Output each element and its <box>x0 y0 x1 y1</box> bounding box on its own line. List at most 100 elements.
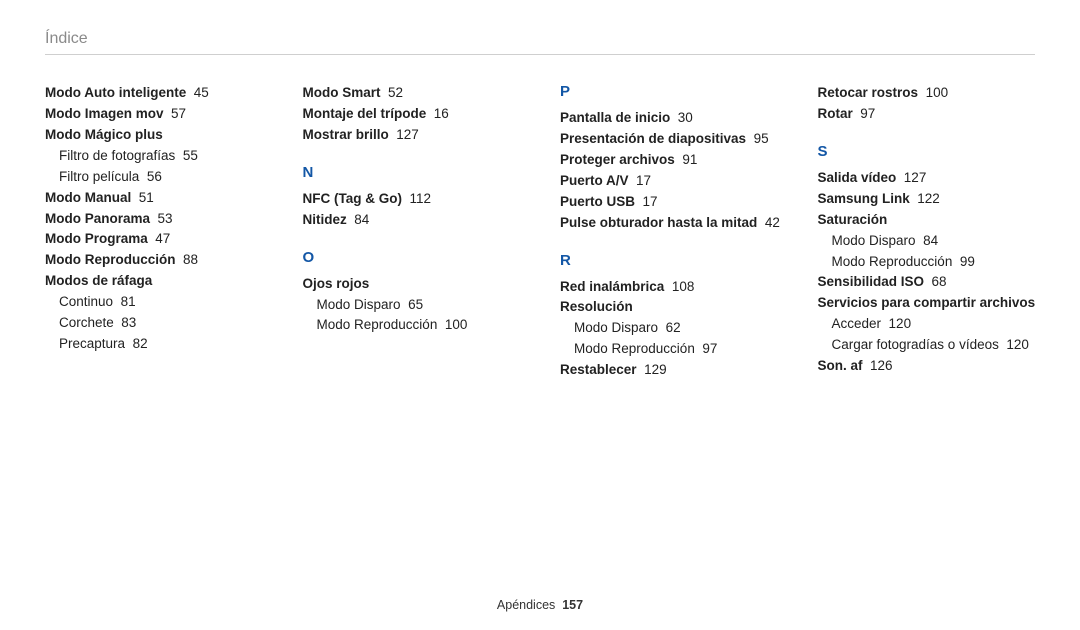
index-entry[interactable]: Modo Manual 51 <box>45 188 263 209</box>
index-entry-page: 127 <box>904 170 927 185</box>
index-entry-page: 95 <box>754 131 769 146</box>
index-entry[interactable]: Modo Mágico plus <box>45 125 263 146</box>
index-entry-label: Retocar rostros <box>818 85 919 100</box>
index-entry-page: 53 <box>158 211 173 226</box>
footer-section: Apéndices <box>497 598 555 612</box>
index-entry-label: Samsung Link <box>818 191 910 206</box>
index-entry-label: Red inalámbrica <box>560 279 664 294</box>
index-entry[interactable]: Puerto A/V 17 <box>560 171 778 192</box>
index-entry[interactable]: Puerto USB 17 <box>560 192 778 213</box>
index-column: PPantalla de inicio 30Presentación de di… <box>560 83 778 381</box>
index-entry-label: Modo Imagen mov <box>45 106 164 121</box>
index-subentry-page: 99 <box>960 254 975 269</box>
index-entry-page: 17 <box>643 194 658 209</box>
index-entry[interactable]: Sensibilidad ISO 68 <box>818 272 1036 293</box>
index-subentry-page: 56 <box>147 169 162 184</box>
index-entry[interactable]: Resolución <box>560 297 778 318</box>
index-letter: R <box>560 252 778 269</box>
index-subentry-label: Modo Reproducción <box>832 254 953 269</box>
index-subentry[interactable]: Modo Reproducción 99 <box>818 252 1036 273</box>
index-entry[interactable]: Modo Panorama 53 <box>45 209 263 230</box>
index-entry[interactable]: Pulse obturador hasta la mitad 42 <box>560 213 778 234</box>
index-entry[interactable]: Presentación de diapositivas 95 <box>560 129 778 150</box>
index-entry-page: 108 <box>672 279 695 294</box>
index-subentry-label: Modo Reproducción <box>317 317 438 332</box>
index-entry-label: Servicios para compartir archivos <box>818 295 1036 310</box>
index-entry-label: Modo Manual <box>45 190 131 205</box>
index-entry[interactable]: Salida vídeo 127 <box>818 168 1036 189</box>
index-entry-label: Son. af <box>818 358 863 373</box>
index-entry[interactable]: Rotar 97 <box>818 104 1036 125</box>
index-letter: O <box>303 249 521 266</box>
index-entry[interactable]: Retocar rostros 100 <box>818 83 1036 104</box>
index-subentry-label: Continuo <box>59 294 113 309</box>
index-subentry[interactable]: Modo Reproducción 97 <box>560 339 778 360</box>
index-entry-page: 100 <box>926 85 949 100</box>
index-subentry[interactable]: Filtro de fotografías 55 <box>45 146 263 167</box>
index-subentry[interactable]: Corchete 83 <box>45 313 263 334</box>
index-subentry-page: 120 <box>889 316 912 331</box>
footer-page-number: 157 <box>562 598 583 612</box>
index-column: Modo Smart 52Montaje del trípode 16Mostr… <box>303 83 521 381</box>
index-entry[interactable]: Modos de ráfaga <box>45 271 263 292</box>
index-letter: S <box>818 143 1036 160</box>
index-entry[interactable]: NFC (Tag & Go) 112 <box>303 189 521 210</box>
index-entry-label: Pantalla de inicio <box>560 110 670 125</box>
index-entry[interactable]: Modo Imagen mov 57 <box>45 104 263 125</box>
index-entry-label: Montaje del trípode <box>303 106 427 121</box>
index-entry-label: Pulse obturador hasta la mitad <box>560 215 757 230</box>
index-subentry[interactable]: Modo Reproducción 100 <box>303 315 521 336</box>
index-subentry[interactable]: Continuo 81 <box>45 292 263 313</box>
index-subentry[interactable]: Precaptura 82 <box>45 334 263 355</box>
index-entry-label: Modos de ráfaga <box>45 273 152 288</box>
index-subentry[interactable]: Modo Disparo 65 <box>303 295 521 316</box>
index-entry-label: Resolución <box>560 299 633 314</box>
index-entry[interactable]: Servicios para compartir archivos <box>818 293 1036 314</box>
index-entry-page: 30 <box>678 110 693 125</box>
index-entry[interactable]: Red inalámbrica 108 <box>560 277 778 298</box>
index-entry[interactable]: Proteger archivos 91 <box>560 150 778 171</box>
index-entry-label: Modo Reproducción <box>45 252 176 267</box>
index-subentry-label: Modo Disparo <box>317 297 401 312</box>
index-entry[interactable]: Modo Auto inteligente 45 <box>45 83 263 104</box>
index-subentry[interactable]: Modo Disparo 62 <box>560 318 778 339</box>
index-entry[interactable]: Mostrar brillo 127 <box>303 125 521 146</box>
index-entry[interactable]: Montaje del trípode 16 <box>303 104 521 125</box>
index-entry-page: 68 <box>932 274 947 289</box>
index-entry-page: 97 <box>860 106 875 121</box>
index-subentry-label: Modo Reproducción <box>574 341 695 356</box>
index-subentry-label: Filtro película <box>59 169 139 184</box>
index-entry[interactable]: Nitidez 84 <box>303 210 521 231</box>
index-entry-label: Modo Smart <box>303 85 381 100</box>
index-entry-label: NFC (Tag & Go) <box>303 191 402 206</box>
index-entry[interactable]: Saturación <box>818 210 1036 231</box>
index-subentry-label: Corchete <box>59 315 114 330</box>
index-subentry-page: 83 <box>121 315 136 330</box>
index-entry-label: Modo Programa <box>45 231 148 246</box>
index-entry[interactable]: Samsung Link 122 <box>818 189 1036 210</box>
index-subentry[interactable]: Acceder 120 <box>818 314 1036 335</box>
index-subentry[interactable]: Modo Disparo 84 <box>818 231 1036 252</box>
index-entry[interactable]: Modo Reproducción 88 <box>45 250 263 271</box>
index-entry[interactable]: Modo Smart 52 <box>303 83 521 104</box>
index-subentry[interactable]: Cargar fotogradías o vídeos 120 <box>818 335 1036 356</box>
index-entry-label: Rotar <box>818 106 853 121</box>
index-subentry-label: Cargar fotogradías o vídeos <box>832 337 999 352</box>
index-subentry-page: 55 <box>183 148 198 163</box>
index-subentry[interactable]: Filtro película 56 <box>45 167 263 188</box>
index-entry-page: 45 <box>194 85 209 100</box>
index-entry[interactable]: Pantalla de inicio 30 <box>560 108 778 129</box>
index-entry-label: Puerto A/V <box>560 173 629 188</box>
index-entry[interactable]: Modo Programa 47 <box>45 229 263 250</box>
index-entry-label: Modo Panorama <box>45 211 150 226</box>
index-entry-label: Nitidez <box>303 212 347 227</box>
index-entry[interactable]: Restablecer 129 <box>560 360 778 381</box>
index-column: Modo Auto inteligente 45Modo Imagen mov … <box>45 83 263 381</box>
index-subentry-page: 65 <box>408 297 423 312</box>
index-entry-page: 91 <box>682 152 697 167</box>
index-subentry-label: Modo Disparo <box>574 320 658 335</box>
index-entry[interactable]: Ojos rojos <box>303 274 521 295</box>
index-entry-page: 126 <box>870 358 893 373</box>
index-entry-label: Proteger archivos <box>560 152 675 167</box>
index-entry[interactable]: Son. af 126 <box>818 356 1036 377</box>
